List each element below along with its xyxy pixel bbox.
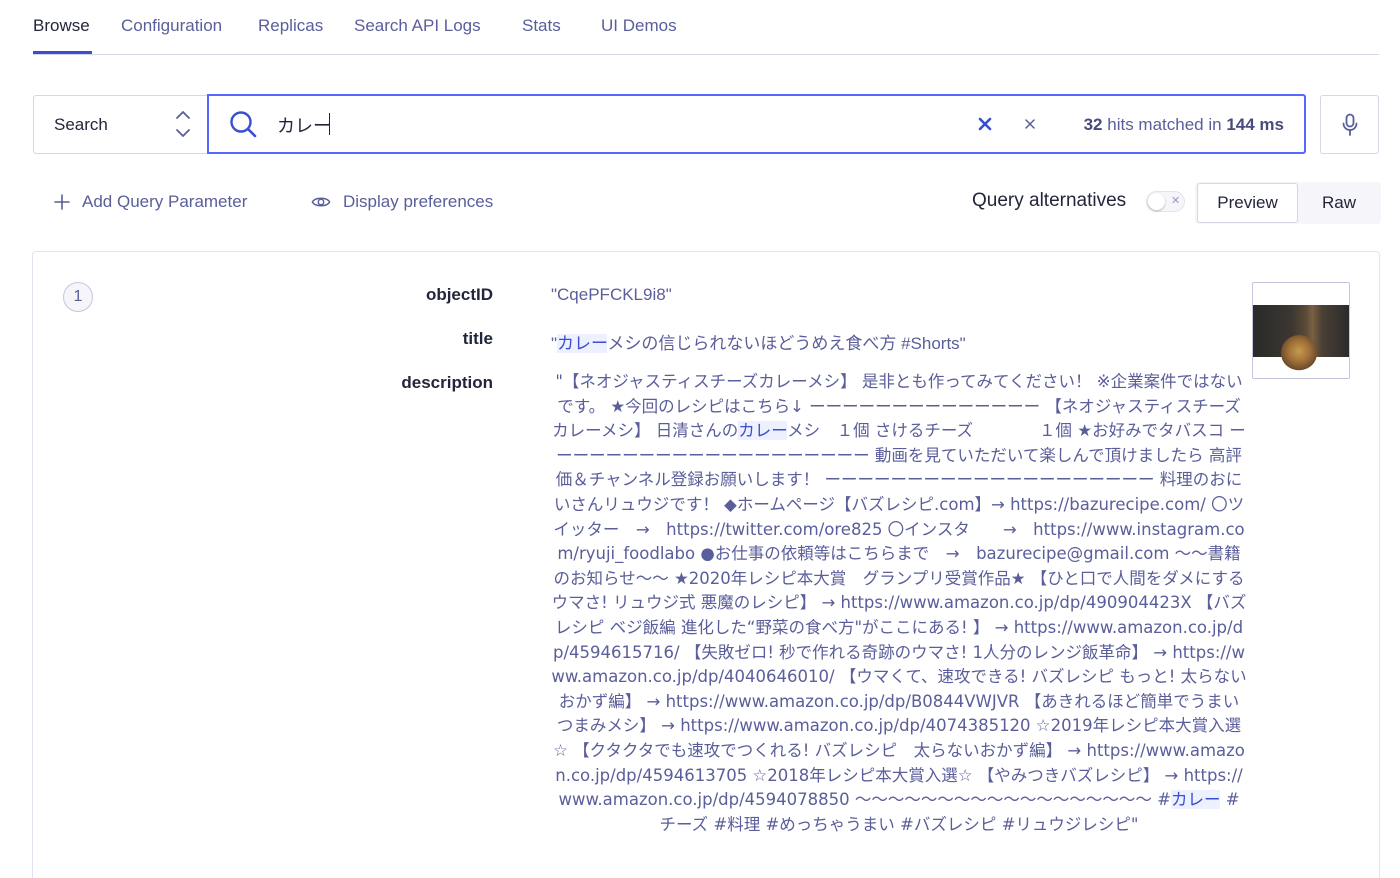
attribute-value-objectid: "CqePFCKL9i8" <box>551 285 672 304</box>
add-query-parameter-button[interactable]: Add Query Parameter <box>54 192 247 212</box>
search-mode-select[interactable]: Search <box>33 95 209 154</box>
title-rest: メシの信じられないほどうめえ食べ方 #Shorts" <box>607 334 966 353</box>
title-highlight: カレー <box>557 334 608 353</box>
description-highlight-1: カレー <box>738 421 788 441</box>
view-mode-switch: Preview Raw <box>1195 182 1381 224</box>
food-bowl-image <box>1281 335 1317 371</box>
query-alternatives-toggle[interactable]: ✕ <box>1146 191 1185 212</box>
updown-icon <box>176 111 190 137</box>
active-tab-indicator <box>33 51 92 54</box>
attribute-value-title: "カレーメシの信じられないほどうめえ食べ方 #Shorts" <box>551 329 966 354</box>
close-icon: ✕ <box>1171 195 1181 207</box>
hits-time: 144 ms <box>1226 115 1284 134</box>
clear-bold-icon[interactable] <box>976 115 994 133</box>
tab-configuration[interactable]: Configuration <box>121 16 222 36</box>
text-caret <box>329 113 330 135</box>
tab-replicas[interactable]: Replicas <box>258 16 323 36</box>
description-highlight-2: カレー <box>1170 790 1221 810</box>
display-preferences-label: Display preferences <box>343 192 494 211</box>
attribute-value-description: "【ネオジャスティスチーズカレーメシ】 是非とも作ってみてください！ ※企業案件… <box>551 370 1247 837</box>
thumbnail-image <box>1253 305 1349 371</box>
result-card: 1 objectID "CqePFCKL9i8" title "カレーメシの信じ… <box>32 251 1380 878</box>
preview-button[interactable]: Preview <box>1197 183 1298 223</box>
search-icon <box>230 111 257 138</box>
hits-count: 32 <box>1083 115 1103 134</box>
result-rank-badge: 1 <box>63 282 93 312</box>
tab-browse[interactable]: Browse <box>33 16 90 36</box>
display-preferences-button[interactable]: Display preferences <box>311 192 493 212</box>
hits-summary: 32 hits matched in 144 ms <box>1084 115 1284 135</box>
description-part-2: メシ １個 さけるチーズ １個 ★お好みでタバスコ ーーーーーーーーーーーーーー… <box>551 421 1247 810</box>
tab-bar: Browse Configuration Replicas Search API… <box>33 0 1379 55</box>
attribute-key-objectid: objectID <box>425 285 493 304</box>
search-mode-label: Search <box>54 115 108 134</box>
tab-stats[interactable]: Stats <box>522 16 561 36</box>
tab-search-api-logs[interactable]: Search API Logs <box>354 16 481 36</box>
raw-button[interactable]: Raw <box>1303 183 1375 223</box>
toggle-knob <box>1148 193 1165 210</box>
hits-text: hits matched in <box>1107 115 1222 134</box>
mic-icon <box>1342 113 1358 136</box>
voice-search-button[interactable] <box>1320 95 1379 154</box>
tab-ui-demos[interactable]: UI Demos <box>601 16 677 36</box>
add-query-parameter-label: Add Query Parameter <box>82 192 248 211</box>
result-thumbnail[interactable] <box>1252 282 1350 379</box>
attribute-key-description: description <box>401 373 493 392</box>
clear-icon[interactable] <box>1021 115 1039 133</box>
eye-icon <box>311 197 331 207</box>
search-input[interactable] <box>277 110 967 140</box>
attribute-key-title: title <box>462 329 493 348</box>
plus-icon <box>54 194 70 210</box>
search-box: 32 hits matched in 144 ms <box>207 94 1306 154</box>
query-alternatives-label: Query alternatives <box>972 190 1127 211</box>
